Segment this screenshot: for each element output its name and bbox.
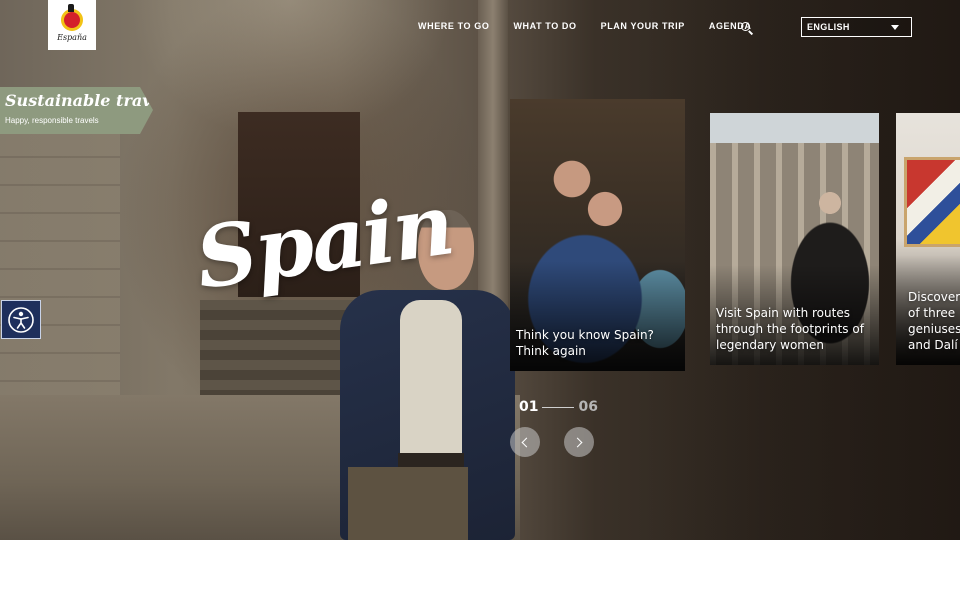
sun-logo-icon [61,3,83,31]
caret-down-icon [891,25,899,30]
card-2-text: Visit Spain with routes through the foot… [716,306,864,352]
accessibility-button[interactable] [1,300,41,339]
sustainable-subtitle: Happy, responsible travels [5,116,99,125]
nav-where-to-go[interactable]: WHERE TO GO [418,21,489,31]
language-select[interactable]: ENGLISH [801,17,912,37]
chevron-right-icon [572,437,583,447]
spain-logo[interactable]: España [48,0,96,50]
card-3-text: Discover of three geniuses and Dalí [908,290,960,352]
card-1-text: Think you know Spain? Think again [516,328,654,358]
search-icon[interactable] [740,21,754,35]
pager-divider [542,406,575,408]
sustainable-title: Sustainable travel [5,91,168,110]
carousel-prev-button[interactable] [510,427,540,457]
chevron-left-icon [521,437,532,447]
nav-plan-your-trip[interactable]: PLAN YOUR TRIP [601,21,685,31]
carousel-next-button[interactable] [564,427,594,457]
accessibility-icon [8,306,34,333]
carousel-pager: 01 06 [519,399,598,415]
carousel-card-1[interactable]: Think you know Spain? Think again [510,99,685,371]
pager-total: 06 [578,399,598,415]
carousel-card-3[interactable]: Discover of three geniuses and Dalí [896,113,960,365]
language-label: ENGLISH [807,22,850,32]
carousel-card-2[interactable]: Visit Spain with routes through the foot… [710,113,879,365]
nav-what-to-do[interactable]: WHAT TO DO [513,21,576,31]
logo-wordmark: España [57,32,87,42]
pager-current: 01 [519,399,539,415]
main-nav: WHERE TO GO WHAT TO DO PLAN YOUR TRIP AG… [418,21,751,31]
sustainable-travel-tag[interactable]: Sustainable travel Happy, responsible tr… [0,87,153,134]
